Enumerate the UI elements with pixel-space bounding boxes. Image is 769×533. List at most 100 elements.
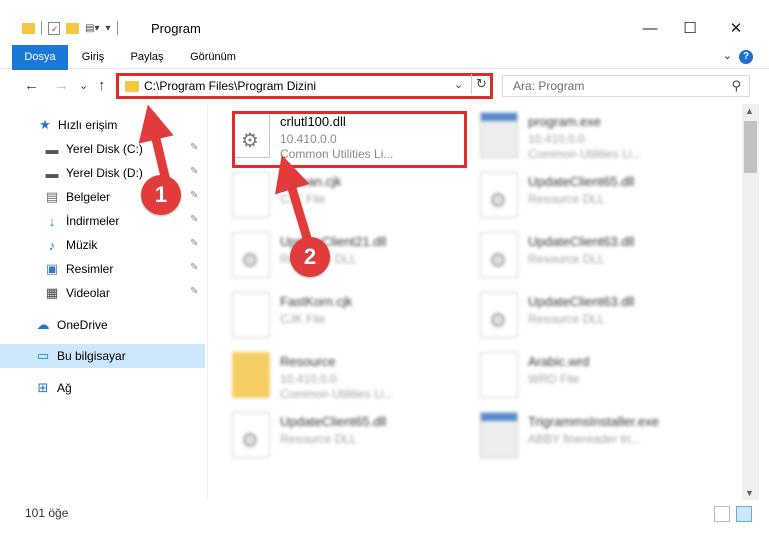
title-bar: ✓ ▤▾ ▾ Program — ☐ ✕ — [0, 0, 769, 44]
customize-toolbar-icon[interactable]: ▤▾ — [85, 23, 99, 34]
file-version: 10.410.0.0 — [280, 372, 337, 386]
details-view-icon[interactable] — [714, 506, 730, 522]
pin-icon[interactable]: ✎ — [190, 214, 198, 225]
large-icons-view-icon[interactable] — [736, 506, 752, 522]
file-tile-program-exe[interactable]: program.exe 10.410.0.0 Common Utilities … — [458, 108, 708, 162]
refresh-icon[interactable]: ↻ — [471, 74, 491, 94]
file-icon — [232, 292, 270, 338]
file-name: UpdateClient63.dll — [528, 234, 635, 249]
new-folder-icon[interactable] — [66, 22, 79, 34]
file-tile[interactable]: ⚙ UpdateClient21.dll Resource DLL — [210, 228, 460, 282]
toolbar-dropdown-icon[interactable]: ▾ — [105, 23, 110, 34]
forward-arrow-icon[interactable]: → — [54, 77, 69, 94]
file-type: Resource DLL — [528, 252, 605, 266]
sidebar-item-label: Ağ — [57, 381, 72, 395]
scroll-up-icon[interactable]: ▲ — [745, 106, 754, 116]
recent-locations-icon[interactable]: ⌄ — [79, 79, 88, 92]
pin-icon[interactable]: ✎ — [190, 142, 198, 153]
dll-file-icon: ⚙ — [232, 232, 270, 278]
sidebar-item-label: Belgeler — [66, 190, 111, 204]
vertical-scrollbar[interactable]: ▲ ▼ — [742, 104, 759, 500]
sidebar-item-pictures[interactable]: ▣ Resimler ✎ — [0, 257, 205, 281]
sidebar-item-label: İndirmeler — [66, 214, 120, 228]
pane-divider[interactable] — [207, 104, 208, 500]
expand-ribbon-icon[interactable]: ⌄ — [723, 49, 732, 62]
search-input[interactable]: Ara: Program ⚲ — [502, 75, 750, 97]
properties-icon[interactable]: ✓ — [48, 21, 60, 35]
sidebar-item-network[interactable]: ⊞ Ağ — [0, 376, 205, 400]
file-tile[interactable]: ⚙ UpdateClient63.dll Resource DLL — [458, 288, 708, 342]
file-name: UpdateClient63.dll — [528, 294, 635, 309]
dll-file-icon: ⚙ — [480, 292, 518, 338]
file-description: Common Utilities Li... — [528, 147, 642, 161]
sidebar-item-label: Yerel Disk (D:) — [66, 166, 143, 180]
up-arrow-icon[interactable]: ↑ — [98, 77, 106, 94]
navigation-bar: ← → ⌄ ↑ C:\Program Files\Program Dizini … — [0, 70, 769, 102]
drive-icon: ▬ — [45, 165, 59, 181]
exe-file-icon — [480, 112, 518, 158]
file-name: program.exe — [528, 114, 601, 129]
videos-icon: ▦ — [45, 285, 59, 300]
dll-file-icon: ⚙ — [480, 232, 518, 278]
sidebar-item-disk-c[interactable]: ▬ Yerel Disk (C:) ✎ — [0, 137, 205, 161]
quick-access-toolbar: ✓ ▤▾ ▾ — [22, 21, 118, 35]
file-description: ABBY finereader tri... — [528, 432, 641, 446]
sidebar-item-label: Bu bilgisayar — [57, 349, 126, 363]
highlight-box — [232, 111, 467, 168]
file-tile[interactable]: ⚙ UpdateClient65.dll Resource DLL — [458, 168, 708, 222]
tab-giris[interactable]: Giriş — [74, 45, 112, 69]
file-type: WRD File — [528, 372, 580, 386]
tab-paylas[interactable]: Paylaş — [124, 45, 170, 69]
back-arrow-icon[interactable]: ← — [24, 77, 39, 94]
music-icon: ♪ — [48, 237, 56, 253]
pin-icon[interactable]: ✎ — [190, 262, 198, 273]
sidebar-item-label: Müzik — [66, 238, 98, 252]
folder-icon — [232, 352, 270, 398]
pin-icon[interactable]: ✎ — [190, 238, 198, 249]
help-icon[interactable]: ? — [739, 50, 753, 64]
sidebar-item-onedrive[interactable]: ☁ OneDrive — [0, 313, 205, 337]
file-name: Korean.cjk — [280, 174, 342, 189]
scroll-down-icon[interactable]: ▼ — [745, 488, 754, 498]
callout-1: 1 — [141, 175, 181, 215]
file-name: FastKorn.cjk — [280, 294, 353, 309]
tab-gorunum[interactable]: Görünüm — [182, 45, 244, 69]
navigation-pane: ★ Hızlı erişim ▬ Yerel Disk (C:) ✎ ▬ Yer… — [0, 104, 207, 500]
sidebar-item-quick-access[interactable]: ★ Hızlı erişim — [0, 113, 205, 137]
search-icon[interactable]: ⚲ — [731, 78, 741, 94]
pin-icon[interactable]: ✎ — [190, 190, 198, 201]
chevron-down-icon[interactable]: ⌄ — [454, 78, 463, 91]
file-tile[interactable]: ⚙ UpdateClient65.dll Resource DLL — [210, 408, 460, 462]
file-tile[interactable]: ⚙ UpdateClient63.dll Resource DLL — [458, 228, 708, 282]
toolbar-separator — [116, 21, 118, 35]
sidebar-item-this-pc[interactable]: ▭ Bu bilgisayar — [0, 344, 205, 368]
file-tile[interactable]: TrigrammsInstaller.exe ABBY finereader t… — [458, 408, 708, 462]
file-tile[interactable]: Arabic.wrd WRD File — [458, 348, 708, 402]
onedrive-icon: ☁ — [36, 317, 50, 332]
sidebar-item-music[interactable]: ♪ Müzik ✎ — [0, 233, 205, 257]
file-description: Common Utilities Li... — [280, 387, 394, 401]
sidebar-item-videos[interactable]: ▦ Videolar ✎ — [0, 281, 205, 305]
address-path[interactable]: C:\Program Files\Program Dizini — [144, 79, 316, 93]
network-icon: ⊞ — [37, 380, 49, 395]
pin-icon[interactable]: ✎ — [190, 166, 198, 177]
file-tile[interactable]: Korean.cjk CJK File — [210, 168, 460, 222]
documents-icon: ▤ — [45, 189, 59, 204]
scrollbar-thumb[interactable] — [744, 121, 757, 173]
dll-file-icon: ⚙ — [480, 172, 518, 218]
file-type: Resource DLL — [528, 312, 605, 326]
pin-icon[interactable]: ✎ — [190, 286, 198, 297]
file-icon — [480, 352, 518, 398]
downloads-icon: ↓ — [48, 213, 56, 229]
folder-icon[interactable] — [22, 22, 35, 34]
file-name: Arabic.wrd — [528, 354, 590, 369]
folder-tile[interactable]: Resource 10.410.0.0 Common Utilities Li.… — [210, 348, 460, 402]
address-bar[interactable]: C:\Program Files\Program Dizini ⌄ ↻ — [116, 73, 493, 99]
computer-icon: ▭ — [36, 348, 50, 363]
dll-file-icon: ⚙ — [232, 412, 270, 458]
maximize-button[interactable]: ☐ — [678, 16, 702, 40]
minimize-button[interactable]: — — [638, 16, 662, 40]
close-button[interactable]: ✕ — [724, 16, 748, 40]
file-tile[interactable]: FastKorn.cjk CJK File — [210, 288, 460, 342]
sidebar-item-downloads[interactable]: ↓ İndirmeler ✎ — [0, 209, 205, 233]
